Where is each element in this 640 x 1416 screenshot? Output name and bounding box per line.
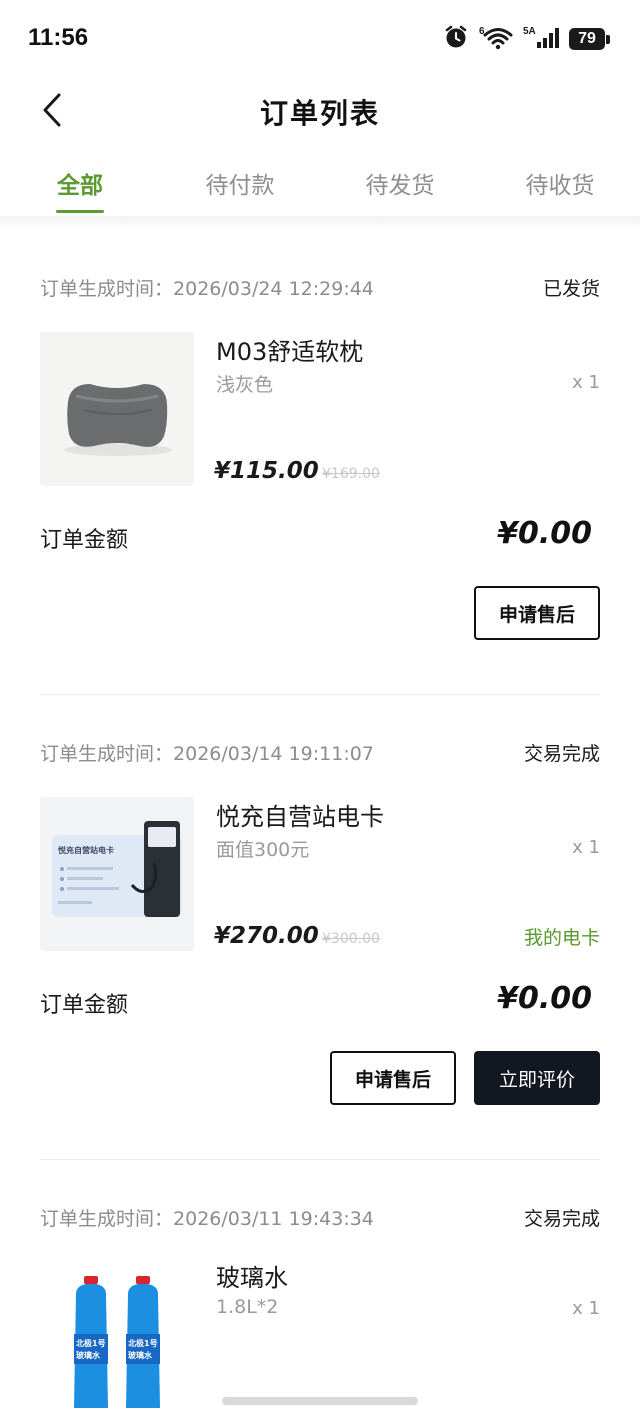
charging-card-image: 悦充自营站电卡 [40, 797, 194, 951]
status-icons: 6 5A 79 [443, 24, 610, 54]
product-row[interactable]: M03舒适软枕 浅灰色 x 1 ¥115.00 ¥169.00 [40, 332, 600, 486]
product-price: ¥270.00 [214, 923, 319, 949]
signal-5a-icon: 5A [523, 24, 559, 54]
tab-label: 待付款 [205, 173, 275, 199]
product-name: M03舒适软枕 [216, 338, 364, 366]
status-time: 11:56 [28, 24, 89, 51]
product-name: 玻璃水 [216, 1264, 288, 1292]
svg-text:玻璃水: 玻璃水 [128, 1350, 153, 1360]
svg-text:北极1号: 北极1号 [76, 1338, 106, 1348]
product-original-price: ¥300.00 [322, 931, 380, 947]
after-sales-button[interactable]: 申请售后 [474, 586, 600, 640]
order-amount: ¥0.00 [497, 516, 592, 551]
order-card[interactable]: 订单生成时间：2026/03/11 19:43:34 交易完成 北极1号 玻璃水 [40, 1202, 600, 1412]
product-qty: x 1 [572, 372, 600, 393]
review-now-button[interactable]: 立即评价 [474, 1051, 600, 1105]
tab-label: 待收货 [525, 173, 595, 199]
wifi-6-icon: 6 [479, 24, 513, 54]
order-amount-row: 订单金额 ¥0.00 [40, 516, 600, 570]
order-card[interactable]: 订单生成时间：2026/03/14 19:11:07 交易完成 悦充自营站电卡 [40, 737, 600, 1160]
tabs-shadow [0, 216, 640, 230]
order-status: 交易完成 [523, 742, 600, 765]
my-charging-card-link[interactable]: 我的电卡 [524, 923, 600, 950]
pillow-image [40, 332, 194, 486]
page-title: 订单列表 [259, 97, 380, 130]
header: 订单列表 [0, 80, 640, 140]
svg-text:5A: 5A [523, 26, 536, 37]
order-meta: 订单生成时间：2026/03/11 19:43:34 交易完成 [40, 1202, 600, 1232]
order-status: 交易完成 [523, 1207, 600, 1230]
product-spec: 浅灰色 [216, 374, 274, 396]
order-amount: ¥0.00 [497, 981, 592, 1016]
order-meta: 订单生成时间：2026/03/14 19:11:07 交易完成 [40, 737, 600, 767]
tab-pending-payment[interactable]: 待付款 [160, 150, 320, 216]
tab-all[interactable]: 全部 [0, 150, 160, 216]
tab-pending-shipment[interactable]: 待发货 [320, 150, 480, 216]
order-divider [40, 1159, 600, 1160]
order-amount-label: 订单金额 [40, 993, 129, 1018]
alarm-icon [443, 24, 469, 54]
product-row[interactable]: 北极1号 玻璃水 北极1号 玻璃水 玻璃水 1.8L*2 x 1 [40, 1258, 600, 1412]
order-actions: 申请售后 [40, 586, 600, 640]
battery-level: 79 [569, 28, 605, 50]
product-spec: 面值300元 [216, 839, 310, 861]
tab-label: 全部 [57, 173, 103, 199]
order-meta: 订单生成时间：2026/03/24 12:29:44 已发货 [40, 272, 600, 302]
product-name: 悦充自营站电卡 [216, 803, 384, 831]
order-time: 订单生成时间：2026/03/11 19:43:34 [40, 1207, 374, 1230]
active-tab-indicator [56, 210, 104, 213]
card-title-text: 悦充自营站电卡 [58, 845, 114, 855]
tab-label: 待发货 [365, 173, 435, 199]
order-list: 订单生成时间：2026/03/24 12:29:44 已发货 M03舒适软枕 浅… [0, 230, 640, 1412]
order-tabs: 全部 待付款 待发货 待收货 [0, 150, 640, 216]
home-indicator[interactable] [222, 1397, 418, 1405]
order-status: 已发货 [542, 277, 600, 300]
status-bar: 11:56 6 5A 79 [0, 0, 640, 80]
after-sales-button[interactable]: 申请售后 [330, 1051, 456, 1105]
order-divider [40, 694, 600, 695]
product-price: ¥115.00 [214, 458, 319, 484]
product-qty: x 1 [572, 1298, 600, 1319]
product-original-price: ¥169.00 [322, 466, 380, 482]
tab-pending-receipt[interactable]: 待收货 [480, 150, 640, 216]
svg-text:玻璃水: 玻璃水 [76, 1350, 101, 1360]
order-time: 订单生成时间：2026/03/24 12:29:44 [40, 277, 374, 300]
order-actions: 申请售后 立即评价 [40, 1051, 600, 1105]
product-row[interactable]: 悦充自营站电卡 悦充自营站电卡 面值300元 x 1 ¥270.00 ¥300.… [40, 797, 600, 951]
order-amount-label: 订单金额 [40, 528, 129, 553]
svg-text:北极1号: 北极1号 [128, 1338, 158, 1348]
order-time: 订单生成时间：2026/03/14 19:11:07 [40, 742, 374, 765]
product-qty: x 1 [572, 837, 600, 858]
order-amount-row: 订单金额 ¥0.00 [40, 981, 600, 1035]
order-card[interactable]: 订单生成时间：2026/03/24 12:29:44 已发货 M03舒适软枕 浅… [40, 272, 600, 695]
washer-fluid-image: 北极1号 玻璃水 北极1号 玻璃水 [40, 1258, 194, 1412]
product-spec: 1.8L*2 [216, 1296, 279, 1318]
battery-icon: 79 [569, 28, 610, 50]
